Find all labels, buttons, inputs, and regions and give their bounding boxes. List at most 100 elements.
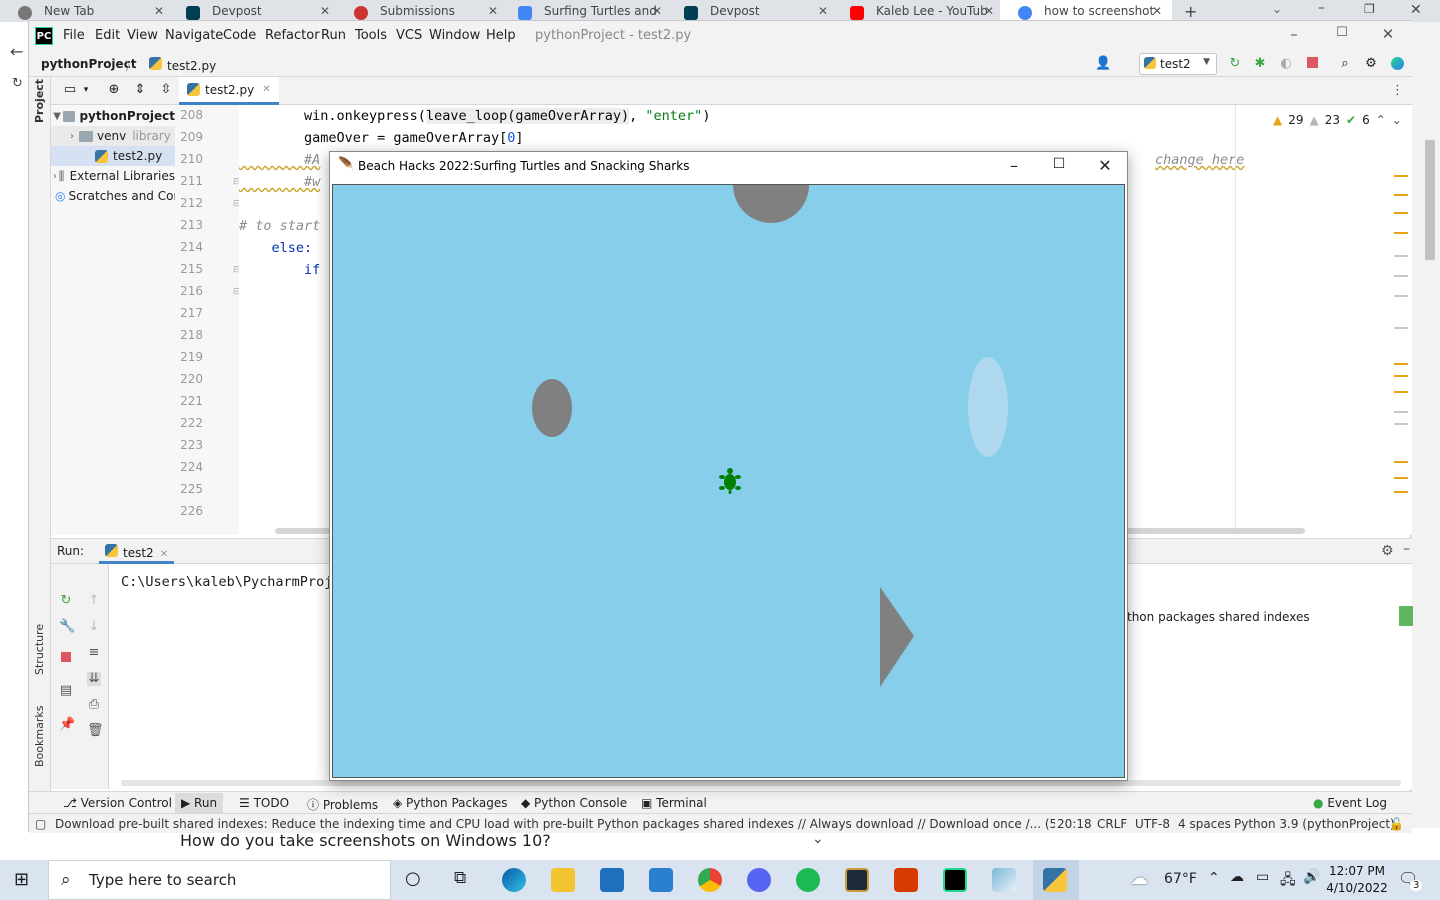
stripe-mark[interactable] — [1394, 391, 1408, 393]
file-explorer-icon[interactable] — [551, 868, 575, 892]
structure-tool-button[interactable]: Structure — [33, 624, 46, 675]
caret-position[interactable]: 20:18 — [1057, 817, 1092, 831]
run-tab-test2[interactable]: test2 ✕ — [99, 539, 175, 564]
editor-tab-test2[interactable]: test2.py ✕ — [179, 77, 279, 105]
chevron-down-icon[interactable]: ▼ — [51, 111, 63, 122]
onedrive-icon[interactable]: ☁ — [1230, 869, 1244, 885]
stripe-mark[interactable] — [1394, 295, 1408, 297]
layout-icon[interactable]: ▤ — [59, 684, 73, 698]
status-message[interactable]: Download pre-built shared indexes: Reduc… — [55, 817, 1055, 831]
coverage-icon[interactable]: ◐ — [1279, 57, 1293, 71]
browser-tab[interactable]: Devpost ✕ — [666, 0, 838, 22]
print-icon[interactable]: ⎙ — [87, 698, 101, 712]
locate-icon[interactable]: ⊕ — [107, 83, 121, 97]
gear-icon[interactable]: ⚙ — [1381, 543, 1394, 559]
indent-setting[interactable]: 4 spaces — [1178, 817, 1231, 831]
back-arrow-icon[interactable]: ← — [10, 42, 23, 61]
browser-tab[interactable]: Devpost ✕ — [168, 0, 340, 22]
chevron-down-icon[interactable]: ⌄ — [1392, 113, 1402, 127]
soft-wrap-icon[interactable]: ≡ — [87, 646, 101, 660]
weather-temp[interactable]: 67°F — [1164, 871, 1197, 887]
lock-icon[interactable]: 🔓 — [1389, 817, 1404, 831]
arrow-up-icon[interactable]: ↑ — [87, 594, 101, 608]
menu-refactor[interactable]: Refactor — [265, 28, 320, 43]
meet-now-icon[interactable]: ▭ — [1256, 869, 1269, 885]
stripe-mark[interactable] — [1394, 375, 1408, 377]
tree-item-scratches[interactable]: ◎ Scratches and Consoles — [51, 186, 175, 206]
close-icon[interactable]: ✕ — [818, 4, 828, 18]
breadcrumb-project[interactable]: pythonProject — [41, 57, 137, 71]
office-icon[interactable] — [894, 868, 918, 892]
interpreter[interactable]: Python 3.9 (pythonProject) — [1234, 817, 1395, 831]
user-icon[interactable]: 👤 — [1095, 57, 1111, 71]
discord-icon[interactable] — [747, 868, 771, 892]
reload-icon[interactable]: ↻ — [12, 76, 23, 91]
stripe-mark[interactable] — [1394, 477, 1408, 479]
line-separator[interactable]: CRLF — [1097, 817, 1127, 831]
game-canvas[interactable] — [332, 184, 1125, 778]
tool-tab-terminal[interactable]: ▣ Terminal — [641, 796, 707, 810]
close-icon[interactable]: ✕ — [320, 4, 330, 18]
chevron-down-icon[interactable]: ⌄ — [812, 831, 824, 847]
stripe-mark[interactable] — [1394, 255, 1408, 257]
menu-help[interactable]: Help — [486, 28, 516, 43]
stripe-mark[interactable] — [1394, 461, 1408, 463]
stripe-mark[interactable] — [1394, 194, 1408, 196]
stripe-mark[interactable] — [1394, 327, 1408, 329]
network-icon[interactable]: 🖧 — [1280, 869, 1296, 893]
search-icon[interactable]: ⌕ — [1338, 57, 1352, 71]
pin-icon[interactable]: 📌 — [59, 718, 75, 732]
menu-vcs[interactable]: VCS — [396, 28, 422, 43]
tool-tab-problems[interactable]: ⓘ Problems — [307, 796, 378, 813]
menu-file[interactable]: File — [63, 28, 85, 43]
panel-toggle-icon[interactable]: ▢ — [35, 817, 46, 831]
browser-tab[interactable]: Kaleb Lee - YouTub ✕ — [832, 0, 1004, 22]
bookmarks-tool-button[interactable]: Bookmarks — [33, 706, 46, 767]
chevron-down-icon[interactable]: ⌄ — [1272, 2, 1282, 16]
close-icon[interactable]: ✕ — [160, 549, 168, 560]
stop-icon[interactable] — [59, 652, 73, 666]
pycharm-taskbar-icon[interactable] — [943, 868, 967, 892]
new-tab-icon[interactable]: + — [1184, 2, 1197, 21]
browser-tab[interactable]: Submissions ✕ — [336, 0, 508, 22]
stripe-mark[interactable] — [1394, 363, 1408, 365]
stop-icon[interactable] — [1305, 57, 1319, 71]
error-stripe[interactable] — [1394, 161, 1408, 501]
rerun-icon[interactable]: ↻ — [59, 594, 73, 608]
tree-item-project[interactable]: ▼ pythonProject — [51, 106, 175, 126]
browser-tab-active[interactable]: how to screenshot ✕ — [1000, 0, 1172, 22]
taskbar-search-input[interactable]: ⌕ Type here to search — [48, 860, 391, 900]
stripe-mark[interactable] — [1394, 423, 1408, 425]
menu-edit[interactable]: Edit — [95, 28, 120, 43]
inspection-widget[interactable]: ▲ 29 ▲ 23 ✔ 6 ⌃ ⌄ — [1273, 113, 1402, 127]
file-encoding[interactable]: UTF-8 — [1135, 817, 1170, 831]
maximize-icon[interactable]: ☐ — [1327, 25, 1357, 40]
restore-icon[interactable]: ❐ — [1364, 2, 1375, 16]
notepad-icon[interactable] — [992, 868, 1016, 892]
menu-view[interactable]: View — [127, 28, 158, 43]
run-configuration-select[interactable]: test2 ▼ — [1139, 53, 1217, 75]
tool-tab-python-console[interactable]: ◆ Python Console — [521, 796, 627, 810]
menu-run[interactable]: Run — [321, 28, 346, 43]
tool-tab-python-packages[interactable]: ◈ Python Packages — [393, 796, 507, 810]
mail-icon[interactable] — [649, 868, 673, 892]
windows-start-icon[interactable]: ⊞ — [14, 869, 29, 890]
tool-tab-todo[interactable]: ☰ TODO — [239, 796, 289, 810]
stripe-mark[interactable] — [1394, 411, 1408, 413]
cortana-icon[interactable]: ○ — [405, 868, 421, 889]
chevron-up-icon[interactable]: ⌃ — [1376, 113, 1386, 127]
menu-tools[interactable]: Tools — [355, 28, 387, 43]
volume-icon[interactable]: 🔊 — [1303, 869, 1320, 885]
wrench-icon[interactable]: 🔧 — [59, 620, 75, 634]
project-tool-button[interactable]: Project — [33, 79, 46, 123]
close-icon[interactable]: ✕ — [1152, 4, 1162, 18]
tree-item-external-libraries[interactable]: › ⫼ External Libraries — [51, 166, 175, 186]
stripe-mark[interactable] — [1394, 175, 1408, 177]
event-log-button[interactable]: ● Event Log — [1313, 796, 1387, 810]
maximize-icon[interactable]: ☐ — [1039, 156, 1079, 172]
tree-item-venv[interactable]: › venv library — [51, 126, 175, 146]
browser-tab[interactable]: Surfing Turtles and ✕ — [500, 0, 672, 22]
collapse-all-icon[interactable]: ⇳ — [159, 83, 173, 97]
more-icon[interactable]: ⋮ — [1391, 83, 1404, 98]
rerun-icon[interactable]: ↻ — [1228, 57, 1242, 71]
